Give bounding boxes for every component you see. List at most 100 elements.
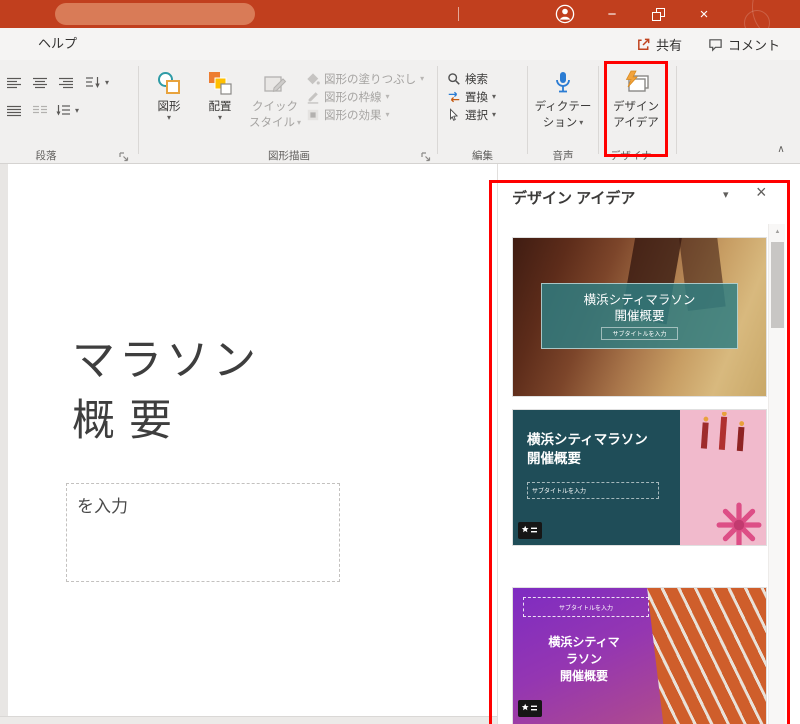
dialog-launcher-icon — [118, 151, 129, 162]
select-cursor-icon — [447, 108, 461, 122]
dropdown-caret-icon: ▾ — [75, 107, 79, 115]
panel-scrollbar-thumb[interactable] — [771, 242, 784, 328]
text-lines-icon — [7, 77, 21, 89]
shapes-button[interactable]: 図形 ▾ — [146, 65, 192, 159]
collapse-ribbon-button[interactable]: ∧ — [772, 144, 790, 158]
quick-styles-icon — [262, 68, 288, 98]
scroll-up-button[interactable]: ▲ — [769, 224, 786, 240]
design-thumbnail-1-title-block: 横浜シティマラソン 開催概要 サブタイトルを入力 — [541, 283, 738, 349]
design-ideas-label-line2: アイデア — [613, 116, 658, 130]
quick-styles-button[interactable]: クイック スタイル▾ — [248, 65, 302, 159]
powerpoint-window: − × ヘルプ 共有 コメント — [0, 0, 800, 724]
close-button[interactable]: × — [684, 0, 724, 28]
columns-button[interactable] — [28, 100, 52, 122]
replace-label: 置換 — [465, 89, 488, 105]
designer-badge — [518, 522, 542, 539]
bottom-edge-strip — [0, 716, 497, 724]
restore-icon — [652, 8, 665, 21]
dropdown-caret-icon: ▾ — [420, 75, 424, 83]
panel-menu-caret-icon: ▾ — [723, 189, 729, 201]
share-icon — [636, 37, 651, 52]
group-divider — [527, 66, 528, 154]
sort-button[interactable]: ▾ — [86, 74, 109, 91]
titlebar-divider — [458, 7, 459, 21]
slide-canvas[interactable]: マラソン 概要 を入力 — [8, 164, 497, 716]
person-icon — [555, 4, 575, 24]
panel-close-icon: × — [756, 182, 767, 202]
design-thumbnail-2[interactable]: 横浜シティマラソン 開催概要 サブタイトルを入力 — [513, 410, 766, 545]
shape-outline-button[interactable]: 図形の枠線 ▾ — [306, 88, 390, 105]
tab-help[interactable]: ヘルプ — [30, 28, 85, 60]
design-thumbnail-1-subtitle: サブタイトルを入力 — [601, 327, 677, 340]
paragraph-group-label: 段落 — [8, 148, 84, 163]
align-button-2[interactable] — [28, 72, 52, 94]
design-thumbnail-2-subtitle: サブタイトルを入力 — [527, 482, 659, 499]
quick-styles-label-line1: クイック — [252, 100, 298, 114]
subtitle-placeholder-box[interactable]: を入力 — [66, 483, 340, 582]
design-thumbnail-3-title-line1: 横浜シティマ — [529, 634, 639, 651]
microphone-icon — [551, 68, 575, 98]
sort-icon — [86, 76, 101, 89]
titlebar-search-pill[interactable] — [55, 3, 255, 25]
design-ideas-icon — [622, 68, 650, 98]
restore-button[interactable] — [638, 0, 678, 28]
paragraph-dialog-launcher[interactable] — [118, 149, 129, 160]
quick-styles-label-line2: スタイル — [249, 116, 295, 130]
shape-fill-button[interactable]: 図形の塗りつぶし ▾ — [306, 70, 424, 87]
search-icon — [447, 72, 461, 86]
minimize-icon: − — [608, 7, 617, 22]
group-divider — [676, 66, 677, 154]
shape-fill-icon — [306, 72, 320, 86]
arrange-icon — [207, 68, 233, 98]
dropdown-caret-icon: ▾ — [105, 79, 109, 87]
comment-icon — [708, 37, 723, 52]
text-lines-icon — [7, 105, 21, 117]
shape-effects-button[interactable]: 図形の効果 ▾ — [306, 106, 390, 123]
align-button-4[interactable] — [2, 100, 26, 122]
designer-group-label: デザイナー — [598, 148, 674, 163]
panel-menu-button[interactable]: ▾ — [723, 188, 729, 201]
comments-label: コメント — [728, 35, 780, 54]
flower-illustration — [716, 502, 762, 545]
design-ideas-panel: デザイン アイデア ▾ × 横浜シティマラソン 開催概要 サブタイトルを入力 横 — [497, 164, 800, 724]
drawing-dialog-launcher[interactable] — [420, 149, 431, 160]
close-icon: × — [700, 7, 709, 22]
account-avatar[interactable] — [554, 3, 576, 25]
line-spacing-button[interactable]: ▾ — [56, 102, 79, 119]
shape-fill-label: 図形の塗りつぶし — [324, 71, 416, 87]
find-button[interactable]: 検索 — [447, 70, 488, 87]
voice-group-label: 音声 — [528, 148, 598, 163]
scroll-up-icon: ▲ — [775, 229, 781, 235]
comments-button[interactable]: コメント — [702, 32, 786, 56]
dictate-label-line2: ション — [543, 116, 578, 130]
replace-icon — [447, 90, 461, 104]
arrange-button[interactable]: 配置 ▾ — [197, 65, 243, 159]
replace-button[interactable]: 置換 ▾ — [447, 88, 496, 105]
align-button-3[interactable] — [54, 72, 78, 94]
design-thumbnail-2-title-line2: 開催概要 — [527, 449, 648, 468]
panel-close-button[interactable]: × — [756, 182, 767, 203]
dropdown-caret-icon: ▾ — [386, 111, 390, 119]
shapes-icon — [156, 68, 182, 98]
share-button[interactable]: 共有 — [630, 32, 688, 56]
find-label: 検索 — [465, 71, 488, 87]
group-divider — [138, 66, 139, 154]
panel-scrollbar-track[interactable]: ▲ — [768, 224, 785, 724]
design-thumbnail-2-photo-strip — [680, 410, 766, 545]
design-ideas-button[interactable]: デザイン アイデア — [607, 65, 665, 159]
dropdown-caret-icon: ▾ — [579, 119, 583, 127]
design-ideas-label-line1: デザイン — [613, 100, 659, 114]
dropdown-caret-icon: ▾ — [386, 93, 390, 101]
title-bar: − × — [0, 0, 800, 28]
design-thumbnail-3-title-block: 横浜シティマ ラソン 開催概要 — [529, 634, 639, 685]
dictate-button[interactable]: ディクテー ション▾ — [533, 65, 593, 159]
line-spacing-icon — [56, 104, 71, 117]
dropdown-caret-icon: ▾ — [492, 111, 496, 119]
design-thumbnail-1[interactable]: 横浜シティマラソン 開催概要 サブタイトルを入力 — [513, 238, 766, 396]
select-button[interactable]: 選択 ▾ — [447, 106, 496, 123]
design-thumbnail-3[interactable]: サブタイトルを入力 横浜シティマ ラソン 開催概要 — [513, 588, 766, 724]
align-button-1[interactable] — [2, 72, 26, 94]
shape-outline-icon — [306, 90, 320, 104]
minimize-button[interactable]: − — [592, 0, 632, 28]
dropdown-caret-icon: ▾ — [492, 93, 496, 101]
